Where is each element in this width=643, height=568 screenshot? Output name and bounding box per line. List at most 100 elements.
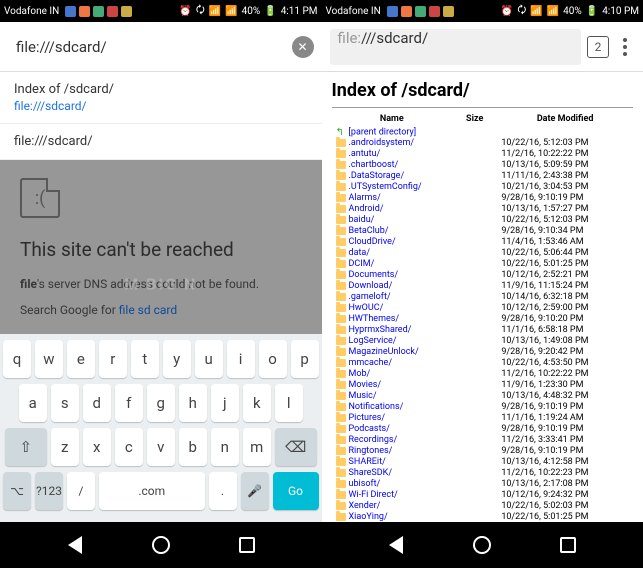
file-link[interactable]: Mob/ [349,369,371,379]
key-.com[interactable]: .com [99,472,205,510]
key-⌥[interactable]: ⌥ [3,472,31,510]
key-e[interactable]: e [67,340,95,378]
file-link[interactable]: Recordings/ [349,435,398,445]
table-row: ubisoft/10/13/16, 2:17:08 PM [332,478,634,489]
recent-button[interactable] [236,534,258,556]
key-p[interactable]: p [291,340,319,378]
file-link[interactable]: Alarms/ [349,193,381,203]
key-🎤[interactable]: 🎤 [241,472,269,510]
folder-icon [336,414,346,422]
notif-icon [415,6,426,17]
key-c[interactable]: c [115,428,143,466]
home-button[interactable] [471,534,493,556]
folder-icon [336,271,346,279]
key-g[interactable]: g [147,384,175,422]
key-q[interactable]: q [3,340,31,378]
file-link[interactable]: Podcasts/ [349,424,390,434]
file-link[interactable]: .gameloft/ [349,292,391,302]
key-⌫[interactable]: ⌫ [275,428,317,466]
suggestion-item[interactable]: Index of /sdcard/ file:///sdcard/ [0,72,322,124]
table-row: HWThemes/9/28/16, 9:10:20 PM [332,313,634,324]
file-link[interactable]: Wi-Fi Direct/ [349,490,398,500]
status-bar: Vodafone IN ⏰ 🗘 📶 📶 40% 🔋 4:11 PM [0,0,322,22]
file-link[interactable]: baidu/ [349,215,375,225]
file-link[interactable]: Ringtones/ [349,446,393,456]
file-link[interactable]: mmcache/ [349,358,393,368]
file-link[interactable]: BetaClub/ [349,226,389,236]
file-link[interactable]: HWThemes/ [349,314,400,324]
key-y[interactable]: y [163,340,191,378]
file-link[interactable]: Documents/ [349,270,399,280]
table-row: data/10/22/16, 5:06:44 PM [332,247,634,258]
file-link[interactable]: MagazineUnlock/ [349,347,419,357]
file-link[interactable]: Xender/ [349,501,381,511]
key-r[interactable]: r [99,340,127,378]
file-link[interactable]: ShareSDK/ [349,468,393,478]
key-⇧[interactable]: ⇧ [5,428,47,466]
file-link[interactable]: ubisoft/ [349,479,381,489]
key-l[interactable]: l [275,384,303,422]
suggestion-title: file:///sdcard/ [14,134,308,149]
key-n[interactable]: n [211,428,239,466]
file-link[interactable]: .UTSystemConfig/ [349,182,422,192]
key-a[interactable]: a [19,384,47,422]
back-button[interactable] [64,534,86,556]
file-link[interactable]: data/ [349,248,371,258]
up-icon [336,127,346,137]
url-input[interactable] [8,29,286,65]
key-b[interactable]: b [179,428,207,466]
file-link[interactable]: [parent directory] [349,127,417,137]
key-o[interactable]: o [259,340,287,378]
key-s[interactable]: s [51,384,79,422]
folder-icon [336,480,346,488]
file-link[interactable]: .DataStorage/ [349,171,405,181]
file-link[interactable]: Music/ [349,391,377,401]
key-i[interactable]: i [227,340,255,378]
recent-button[interactable] [557,534,579,556]
key-Go[interactable]: Go [273,472,319,510]
key-.[interactable]: . [209,472,237,510]
file-link[interactable]: Notifications/ [349,402,404,412]
file-link[interactable]: .chartboost/ [349,160,399,170]
key-h[interactable]: h [179,384,207,422]
clear-icon[interactable]: ✕ [292,36,314,58]
file-date [497,126,633,137]
key-j[interactable]: j [211,384,239,422]
file-link[interactable]: Android/ [349,204,384,214]
tab-switcher[interactable]: 2 [587,36,609,58]
key-w[interactable]: w [35,340,63,378]
file-link[interactable]: Movies/ [349,380,382,390]
file-link[interactable]: Download/ [349,281,393,291]
col-date: Date Modified [497,112,633,126]
file-link[interactable]: CloudDrive/ [349,237,396,247]
back-button[interactable] [385,534,407,556]
file-link[interactable]: LogService/ [349,336,397,346]
file-date: 11/9/16, 1:23:30 PM [497,379,633,390]
file-link[interactable]: Pictures/ [349,413,386,423]
key-u[interactable]: u [195,340,223,378]
file-link[interactable]: DCIM/ [349,259,375,269]
key-/[interactable]: / [67,472,95,510]
key-m[interactable]: m [243,428,271,466]
key-v[interactable]: v [147,428,175,466]
file-link[interactable]: HyprmxShared/ [349,325,412,335]
menu-icon[interactable] [615,38,635,56]
key-t[interactable]: t [131,340,159,378]
key-z[interactable]: z [51,428,79,466]
home-button[interactable] [150,534,172,556]
file-link[interactable]: .antutu/ [349,149,381,159]
file-link[interactable]: HwOUC/ [349,303,384,313]
file-link[interactable]: SHAREit/ [349,457,386,467]
file-link[interactable]: .androidsystem/ [349,138,415,148]
suggestion-item[interactable]: file:///sdcard/ [0,124,322,160]
key-f[interactable]: f [115,384,143,422]
folder-icon [336,150,346,158]
nav-bar [0,522,322,568]
url-input[interactable]: file:///sdcard/ [330,29,582,65]
key-d[interactable]: d [83,384,111,422]
file-link[interactable]: XiaoYing/ [349,512,388,522]
key-?123[interactable]: ?123 [35,472,63,510]
file-size [452,368,497,379]
key-k[interactable]: k [243,384,271,422]
key-x[interactable]: x [83,428,111,466]
